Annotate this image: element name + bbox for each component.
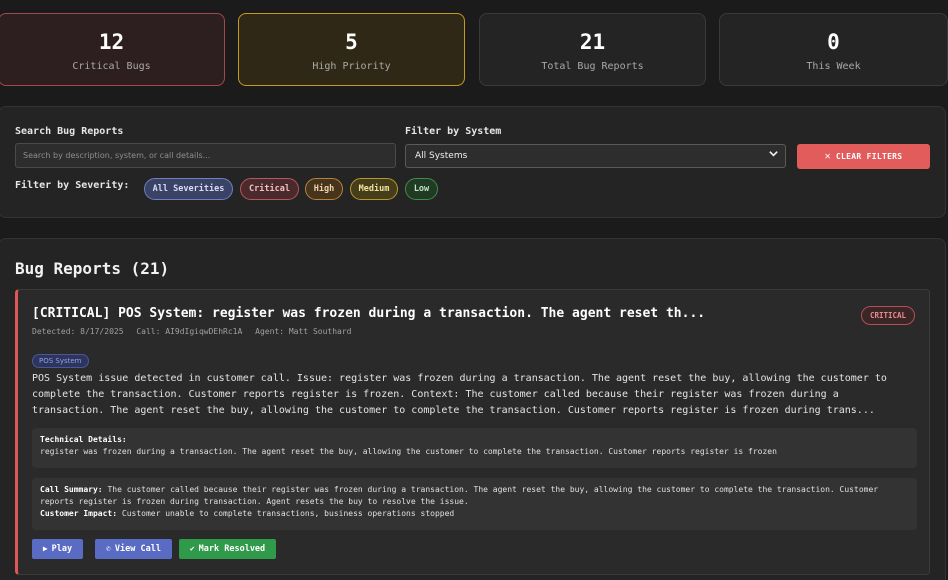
search-label: Search Bug Reports: [15, 126, 124, 137]
bug-reports-panel: Bug Reports (21) [CRITICAL] POS System: …: [0, 238, 946, 580]
system-select-value: All Systems: [415, 151, 468, 161]
severity-filter-label: Filter by Severity:: [15, 180, 130, 191]
severity-pill-low[interactable]: Low: [405, 178, 438, 200]
technical-details: Technical Details: register was frozen d…: [32, 428, 917, 468]
view-call-label: View Call: [114, 544, 161, 554]
close-icon: ✕: [824, 151, 831, 162]
call-summary-text: The customer called because their regist…: [40, 485, 879, 506]
system-filter-label: Filter by System: [405, 126, 502, 137]
system-select[interactable]: All Systems: [405, 144, 786, 168]
chevron-down-icon: [768, 148, 779, 162]
bug-description: POS System issue detected in customer ca…: [32, 373, 887, 416]
stat-card-critical: 12 Critical Bugs: [0, 13, 225, 86]
severity-badge: CRITICAL: [861, 306, 915, 325]
play-button[interactable]: ▶ Play: [32, 539, 83, 559]
stat-card-total: 21 Total Bug Reports: [479, 13, 706, 86]
clear-filters-button[interactable]: ✕ CLEAR FILTERS: [797, 144, 930, 169]
severity-pill-high[interactable]: High: [305, 178, 343, 200]
stat-card-high: 5 High Priority: [238, 13, 465, 86]
severity-pill-medium[interactable]: Medium: [350, 178, 398, 200]
stat-value: 0: [827, 30, 840, 54]
call-id: Call: AI9dIgiqwDEhRc1A: [136, 327, 243, 336]
stat-value: 12: [98, 30, 125, 54]
stat-label: High Priority: [312, 61, 391, 72]
bug-title: [CRITICAL] POS System: register was froz…: [32, 306, 706, 321]
severity-pill-critical[interactable]: Critical: [240, 178, 299, 200]
agent-name: Agent: Matt Southard: [255, 327, 352, 336]
clear-filters-label: CLEAR FILTERS: [835, 152, 903, 161]
bug-reports-title: Bug Reports (21): [15, 259, 170, 278]
check-circle-icon: ✔: [189, 544, 195, 553]
phone-icon: ✆: [106, 544, 111, 553]
play-icon: ▶: [42, 544, 48, 553]
stat-value: 5: [345, 30, 358, 54]
stat-label: This Week: [806, 61, 861, 72]
bug-meta: Detected: 8/17/2025 Call: AI9dIgiqwDEhRc…: [32, 327, 359, 336]
technical-details-label: Technical Details:: [40, 435, 127, 444]
stat-label: Total Bug Reports: [541, 61, 644, 72]
mark-resolved-label: Mark Resolved: [198, 544, 266, 554]
filter-panel: Search Bug Reports Filter by System All …: [0, 106, 946, 218]
customer-impact-text: Customer unable to complete transactions…: [121, 509, 455, 518]
system-tag: POS System: [32, 354, 89, 368]
severity-pill-all[interactable]: All Severities: [144, 178, 233, 200]
technical-details-text: register was frozen during a transaction…: [40, 447, 777, 456]
call-summary: Call Summary: The customer called becaus…: [32, 478, 917, 530]
bug-report-card: [CRITICAL] POS System: register was froz…: [15, 289, 930, 575]
view-call-button[interactable]: ✆ View Call: [95, 539, 172, 559]
mark-resolved-button[interactable]: ✔ Mark Resolved: [179, 539, 276, 559]
stat-value: 21: [579, 30, 606, 54]
stat-card-week: 0 This Week: [719, 13, 948, 86]
call-summary-label: Call Summary:: [40, 485, 103, 494]
play-label: Play: [51, 544, 73, 554]
customer-impact-label: Customer Impact:: [40, 509, 118, 518]
stat-label: Critical Bugs: [72, 61, 151, 72]
search-input[interactable]: [15, 143, 396, 168]
detected-date: Detected: 8/17/2025: [32, 327, 124, 336]
stats-row: 12 Critical Bugs 5 High Priority 21 Tota…: [0, 13, 948, 86]
